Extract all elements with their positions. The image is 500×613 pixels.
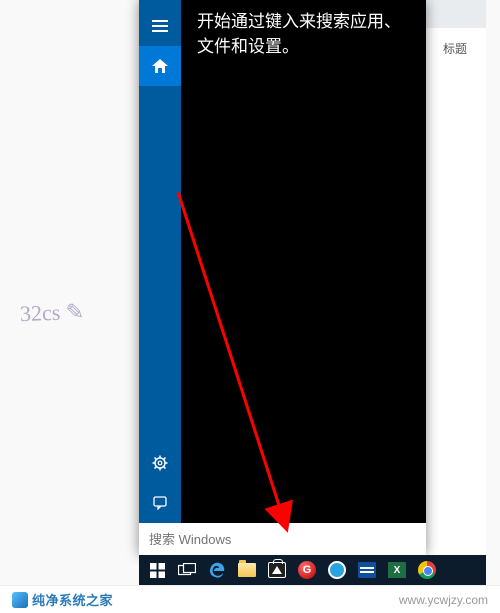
task-view-icon — [178, 563, 196, 577]
chrome-icon — [418, 561, 436, 579]
home-button[interactable] — [139, 46, 181, 86]
internet-explorer-button[interactable] — [323, 555, 351, 585]
calendar-icon — [358, 562, 376, 578]
excel-button[interactable]: X — [383, 555, 411, 585]
window-header-label: 标题 — [443, 40, 467, 57]
microsoft-store-button[interactable] — [263, 555, 291, 585]
search-hint-area: 开始通过键入来搜索应用、文件和设置。 — [181, 0, 426, 523]
folder-icon — [238, 563, 256, 577]
store-icon — [268, 562, 286, 578]
feedback-icon — [153, 496, 167, 510]
home-icon — [152, 59, 168, 73]
red-app-button[interactable]: G — [293, 555, 321, 585]
footer-brand-text: 纯净系统之家 — [32, 590, 113, 609]
settings-button[interactable] — [139, 443, 181, 483]
footer-url: www.ycwjzy.com — [399, 593, 488, 607]
search-box[interactable] — [139, 523, 426, 555]
feedback-button[interactable] — [139, 483, 181, 523]
start-button[interactable] — [143, 555, 171, 585]
chrome-button[interactable] — [413, 555, 441, 585]
edge-browser-button[interactable] — [203, 555, 231, 585]
excel-icon: X — [388, 562, 406, 578]
footer-brand: 纯净系统之家 — [12, 590, 113, 609]
file-explorer-button[interactable] — [233, 555, 261, 585]
hamburger-icon — [152, 20, 168, 32]
gear-icon — [152, 455, 168, 471]
footer-logo-icon — [12, 592, 28, 608]
background-window — [426, 0, 486, 555]
hamburger-menu-button[interactable] — [139, 6, 181, 46]
watermark-left: 32cs ✎ — [20, 299, 85, 327]
task-view-button[interactable] — [173, 555, 201, 585]
page-footer: 纯净系统之家 www.ycwjzy.com — [0, 585, 500, 613]
windows-logo-icon — [150, 563, 165, 578]
search-hint-text: 开始通过键入来搜索应用、文件和设置。 — [197, 10, 410, 59]
search-input[interactable] — [149, 532, 416, 547]
ie-icon — [328, 561, 346, 579]
red-app-icon: G — [298, 561, 316, 579]
search-rail — [139, 0, 181, 523]
desktop: 标题 32cs ✎ — [0, 0, 500, 613]
taskbar: G X — [139, 555, 486, 585]
cortana-search-flyout: 开始通过键入来搜索应用、文件和设置。 — [139, 0, 426, 555]
edge-icon — [208, 561, 226, 579]
calendar-button[interactable] — [353, 555, 381, 585]
